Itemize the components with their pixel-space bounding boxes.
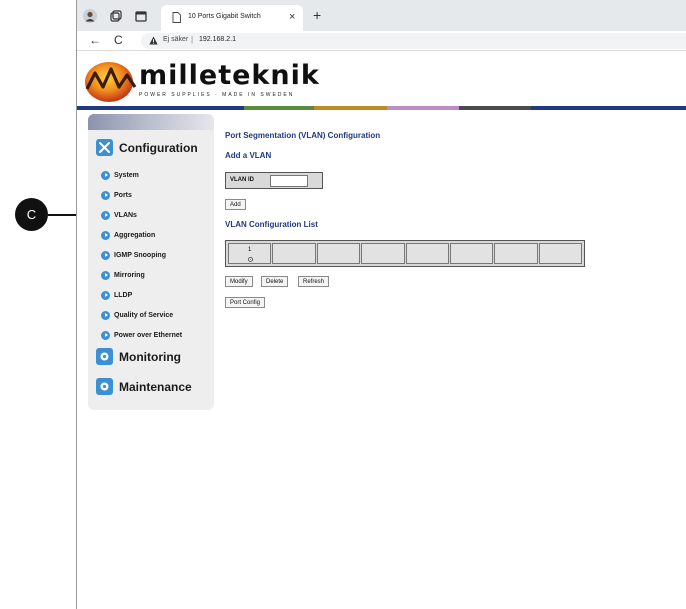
arrow-bullet-icon [101, 250, 110, 260]
sidebar-item-system[interactable]: System [101, 169, 139, 181]
page-title: Port Segmentation (VLAN) Configuration [225, 131, 381, 140]
annotation-callout: C [15, 198, 48, 231]
monitoring-label: Monitoring [119, 349, 181, 364]
sidebar-item-vlans[interactable]: VLANs [101, 209, 137, 221]
sidebar-item-power-over-ethernet[interactable]: Power over Ethernet [101, 329, 182, 341]
new-tab-icon[interactable]: + [313, 7, 321, 23]
arrow-bullet-icon [101, 170, 110, 180]
sidebar-item-label: VLANs [114, 211, 137, 219]
stripe-blue-end-segment [531, 106, 686, 110]
annotation-letter: C [26, 207, 37, 222]
page-icon [172, 12, 181, 23]
modify-button[interactable]: Modify [225, 276, 253, 287]
sidebar-item-label: Quality of Service [114, 311, 174, 319]
warning-icon[interactable] [149, 36, 158, 45]
port-config-button[interactable]: Port Config [225, 297, 266, 308]
vlan-entry-radio[interactable] [248, 257, 253, 262]
sidebar-item-label: Ports [114, 191, 132, 199]
add-vlan-heading: Add a VLAN [225, 151, 272, 160]
sidebar-item-label: LLDP [114, 291, 133, 299]
stripe-orange-segment [314, 106, 387, 110]
sidebar-section-configuration[interactable]: Configuration [96, 139, 198, 156]
arrow-bullet-icon [101, 290, 110, 300]
sidebar-item-igmp-snooping[interactable]: IGMP Snooping [101, 249, 166, 261]
security-label[interactable]: Ej säker [163, 36, 188, 43]
logo-text: milleteknik [139, 60, 320, 91]
sidebar-item-mirroring[interactable]: Mirroring [101, 269, 145, 281]
url-separator: | [191, 35, 194, 44]
vlan-entry-id: 1 [248, 247, 252, 253]
address-bar: ← C Ej säker | 192.168.2.1 [77, 31, 686, 51]
vlan-list-empty-slot [494, 243, 538, 264]
tab-close-icon[interactable]: × [289, 11, 295, 23]
vlan-list-empty-slot [316, 243, 361, 264]
maintenance-label: Maintenance [119, 379, 192, 394]
url-box[interactable]: Ej säker | 192.168.2.1 [141, 33, 686, 49]
vlan-id-input[interactable] [270, 175, 308, 187]
refresh-button[interactable]: Refresh [298, 276, 330, 287]
site-header: milleteknik POWER SUPPLIES · MADE IN SWE… [77, 52, 686, 107]
color-stripe [77, 106, 686, 110]
arrow-bullet-icon [101, 270, 110, 280]
arrow-bullet-icon [101, 310, 110, 320]
vlan-list-heading: VLAN Configuration List [225, 220, 318, 229]
sidebar-item-label: Power over Ethernet [114, 331, 183, 339]
browser-window: 10 Ports Gigabit Switch × + ← C Ej säker… [76, 0, 686, 609]
vlan-list-empty-slot [361, 243, 405, 264]
vlan-id-form: VLAN ID [225, 172, 323, 189]
arrow-bullet-icon [101, 190, 110, 200]
tools-icon [96, 139, 113, 156]
sidebar-item-ports[interactable]: Ports [101, 189, 132, 201]
sidebar-section-maintenance[interactable]: Maintenance [96, 378, 192, 395]
sidebar-section-monitoring[interactable]: Monitoring [96, 348, 181, 365]
vlan-list-empty-slot [449, 243, 494, 264]
configuration-label: Configuration [119, 140, 198, 155]
stripe-grey-segment [459, 106, 531, 110]
sidebar-item-label: IGMP Snooping [114, 251, 166, 259]
vlan-list-empty-slot [405, 243, 449, 264]
profile-avatar-icon[interactable] [83, 9, 97, 23]
sidebar: Configuration System Ports VLANs Aggrega… [88, 114, 214, 410]
sidebar-item-quality-of-service[interactable]: Quality of Service [101, 309, 173, 321]
tab-actions-icon[interactable] [134, 9, 148, 23]
logo-tagline: POWER SUPPLIES · MADE IN SWEDEN [139, 92, 295, 98]
screenshot: C 10 Ports Gigabit Switch × + ← C Ej säk… [0, 0, 686, 609]
monitoring-icon [96, 348, 113, 365]
collections-icon[interactable] [109, 9, 123, 23]
sidebar-header-bar [88, 114, 214, 130]
arrow-bullet-icon [101, 330, 110, 340]
browser-tab[interactable]: 10 Ports Gigabit Switch × [161, 5, 303, 31]
maintenance-icon [96, 378, 113, 395]
milleteknik-logo-icon [85, 62, 137, 102]
reload-icon[interactable]: C [114, 33, 123, 47]
vlan-list-entry[interactable]: 1 [228, 243, 272, 264]
vlan-id-label: VLAN ID [230, 177, 254, 183]
delete-button[interactable]: Delete [261, 276, 289, 287]
tab-bar: 10 Ports Gigabit Switch × + [77, 0, 686, 31]
sidebar-item-label: System [114, 171, 139, 179]
vlan-list-empty-slot [538, 243, 582, 264]
arrow-bullet-icon [101, 230, 110, 240]
url-text[interactable]: 192.168.2.1 [199, 36, 236, 43]
vlan-configuration-list: 1 [225, 240, 585, 267]
sidebar-item-label: Aggregation [114, 231, 156, 239]
add-button[interactable]: Add [225, 199, 246, 210]
sidebar-item-aggregation[interactable]: Aggregation [101, 229, 155, 241]
stripe-green-segment [244, 106, 314, 110]
stripe-pink-segment [387, 106, 459, 110]
vlan-list-empty-slot [272, 243, 316, 264]
back-icon[interactable]: ← [89, 33, 101, 47]
tab-title: 10 Ports Gigabit Switch [188, 13, 261, 20]
sidebar-item-label: Mirroring [114, 271, 145, 279]
stripe-blue-segment [77, 106, 244, 110]
sidebar-item-lldp[interactable]: LLDP [101, 289, 132, 301]
arrow-bullet-icon [101, 210, 110, 220]
